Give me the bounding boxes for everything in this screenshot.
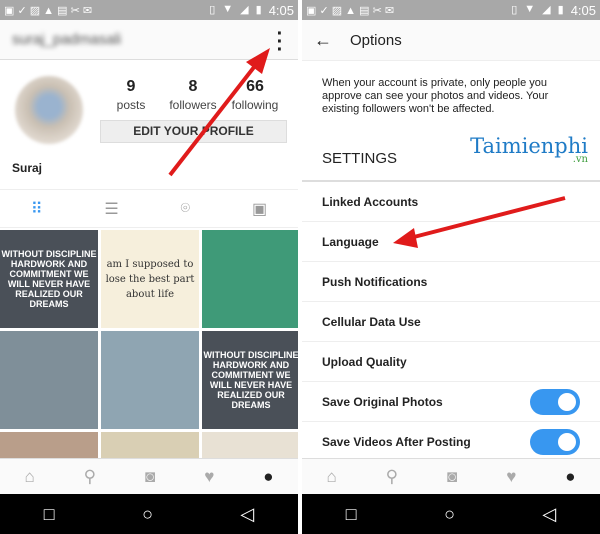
edit-profile-button[interactable]: EDIT YOUR PROFILE [100, 120, 287, 143]
notification-icons: ▣ ✓ ▨ ▲ ▤ ✂ ✉ [306, 4, 395, 17]
heart-icon[interactable]: ♥ [204, 467, 214, 487]
grid-post[interactable] [0, 331, 98, 429]
bottom-nav: ⌂ ⚲ ◙ ♥ ● [302, 458, 600, 494]
profile-info: 9 posts 8 followers 66 following EDIT YOUR … [0, 60, 298, 190]
posts-count: 9 [126, 78, 136, 95]
profile-tabs: ⠿ ☰ ⌾ ▣ [0, 190, 298, 228]
settings-item-label: Upload Quality [322, 354, 407, 369]
settings-item-label: Linked Accounts [322, 194, 419, 209]
signal-icon: ◢ [542, 3, 551, 16]
private-account-note: When your account is private, only peopl… [302, 60, 600, 142]
android-nav-bar: □ ○ ◁ [0, 494, 298, 534]
grid-post[interactable]: WITHOUT DISCIPLINE HARDWORK AND COMMITME… [202, 331, 298, 429]
watermark-logo: Taimienphi .vn [470, 134, 588, 165]
settings-item-label: Push Notifications [322, 274, 428, 289]
status-bar: ▣ ✓ ▨ ▲ ▤ ✂ ✉ ▯ ▼ ◢ ▮ 4:05 [302, 0, 600, 20]
options-header: ← Options [302, 20, 600, 60]
display-name: Suraj [12, 161, 43, 175]
avatar[interactable] [15, 76, 83, 144]
settings-item[interactable]: Save Original Photos [302, 382, 600, 422]
page-title: Options [350, 31, 402, 49]
home-icon[interactable]: ⌂ [326, 467, 336, 487]
stat-followers[interactable]: 8 followers [162, 78, 224, 114]
profile-icon[interactable]: ● [565, 467, 575, 487]
settings-item-label: Cellular Data Use [322, 314, 421, 329]
recents-icon[interactable]: □ [44, 504, 55, 525]
toggle-switch[interactable] [530, 388, 580, 415]
back-icon[interactable]: ◁ [240, 504, 254, 525]
followers-count: 8 [188, 78, 198, 95]
settings-item[interactable]: Linked Accounts [302, 182, 600, 222]
battery-icon: ▮ [255, 3, 262, 16]
settings-item-label: Language [322, 234, 379, 249]
home-icon[interactable]: ⌂ [24, 467, 34, 487]
notification-icons: ▣ ✓ ▨ ▲ ▤ ✂ ✉ [4, 4, 93, 17]
options-screen: ▣ ✓ ▨ ▲ ▤ ✂ ✉ ▯ ▼ ◢ ▮ 4:05 ← Options When yo… [302, 0, 600, 534]
android-nav-bar: □ ○ ◁ [302, 494, 600, 534]
back-icon[interactable]: ◁ [542, 504, 556, 525]
settings-item[interactable]: Language [302, 222, 600, 262]
vibrate-icon: ▯ [511, 3, 518, 16]
list-view-icon[interactable]: ☰ [104, 199, 118, 219]
stat-posts[interactable]: 9 posts [100, 78, 162, 114]
signal-icon: ◢ [240, 3, 249, 16]
status-time: 4:05 [570, 2, 596, 18]
settings-list: Linked Accounts Language Push Notification… [302, 182, 600, 462]
settings-heading-text: SETTINGS [322, 150, 398, 167]
settings-item-label: Save Videos After Posting [322, 434, 471, 449]
status-bar: ▣ ✓ ▨ ▲ ▤ ✂ ✉ ▯ ▼ ◢ ▮ 4:05 [0, 0, 298, 20]
followers-label: followers [169, 98, 217, 112]
search-icon[interactable]: ⚲ [386, 467, 398, 487]
recents-icon[interactable]: □ [346, 504, 357, 525]
photo-grid: WITHOUT DISCIPLINE HARDWORK AND COMMITME… [0, 228, 298, 530]
status-time: 4:05 [268, 2, 294, 18]
heart-icon[interactable]: ♥ [506, 467, 516, 487]
home-button-icon[interactable]: ○ [444, 504, 455, 525]
profile-header: suraj_padmasali · · · [0, 20, 298, 60]
username: suraj_padmasali [12, 31, 122, 48]
following-count: 66 [246, 78, 264, 95]
wifi-icon: ▼ [222, 2, 234, 15]
settings-item-label: Save Original Photos [322, 394, 443, 409]
battery-icon: ▮ [557, 3, 564, 16]
stat-following[interactable]: 66 following [224, 78, 286, 114]
grid-view-icon[interactable]: ⠿ [31, 199, 43, 219]
search-icon[interactable]: ⚲ [84, 467, 96, 487]
grid-post[interactable] [101, 331, 199, 429]
settings-item[interactable]: Push Notifications [302, 262, 600, 302]
camera-icon[interactable]: ◙ [145, 467, 155, 487]
camera-icon[interactable]: ◙ [447, 467, 457, 487]
more-options-icon[interactable]: · · · [276, 24, 284, 60]
posts-label: posts [116, 98, 146, 112]
settings-item[interactable]: Cellular Data Use [302, 302, 600, 342]
grid-post[interactable]: WITHOUT DISCIPLINE HARDWORK AND COMMITME… [0, 230, 98, 328]
toggle-switch[interactable] [530, 428, 580, 455]
bottom-nav: ⌂ ⚲ ◙ ♥ ● [0, 458, 298, 494]
back-arrow-icon[interactable]: ← [314, 30, 332, 51]
watermark-text: Taimienphi [470, 134, 588, 158]
following-label: following [231, 98, 279, 112]
profile-screen: ▣ ✓ ▨ ▲ ▤ ✂ ✉ ▯ ▼ ◢ ▮ 4:05 suraj_padmasali ·… [0, 0, 298, 534]
grid-post[interactable] [202, 230, 298, 328]
settings-item[interactable]: Save Videos After Posting [302, 422, 600, 462]
tagged-icon[interactable]: ▣ [252, 199, 267, 219]
settings-heading: SETTINGS Taimienphi .vn [302, 134, 600, 182]
grid-post[interactable]: am I supposed to lose the best part abou… [101, 230, 199, 328]
profile-icon[interactable]: ● [263, 467, 273, 487]
home-button-icon[interactable]: ○ [142, 504, 153, 525]
settings-item[interactable]: Upload Quality [302, 342, 600, 382]
wifi-icon: ▼ [524, 2, 536, 15]
vibrate-icon: ▯ [209, 3, 216, 16]
location-icon[interactable]: ⌾ [181, 200, 191, 218]
